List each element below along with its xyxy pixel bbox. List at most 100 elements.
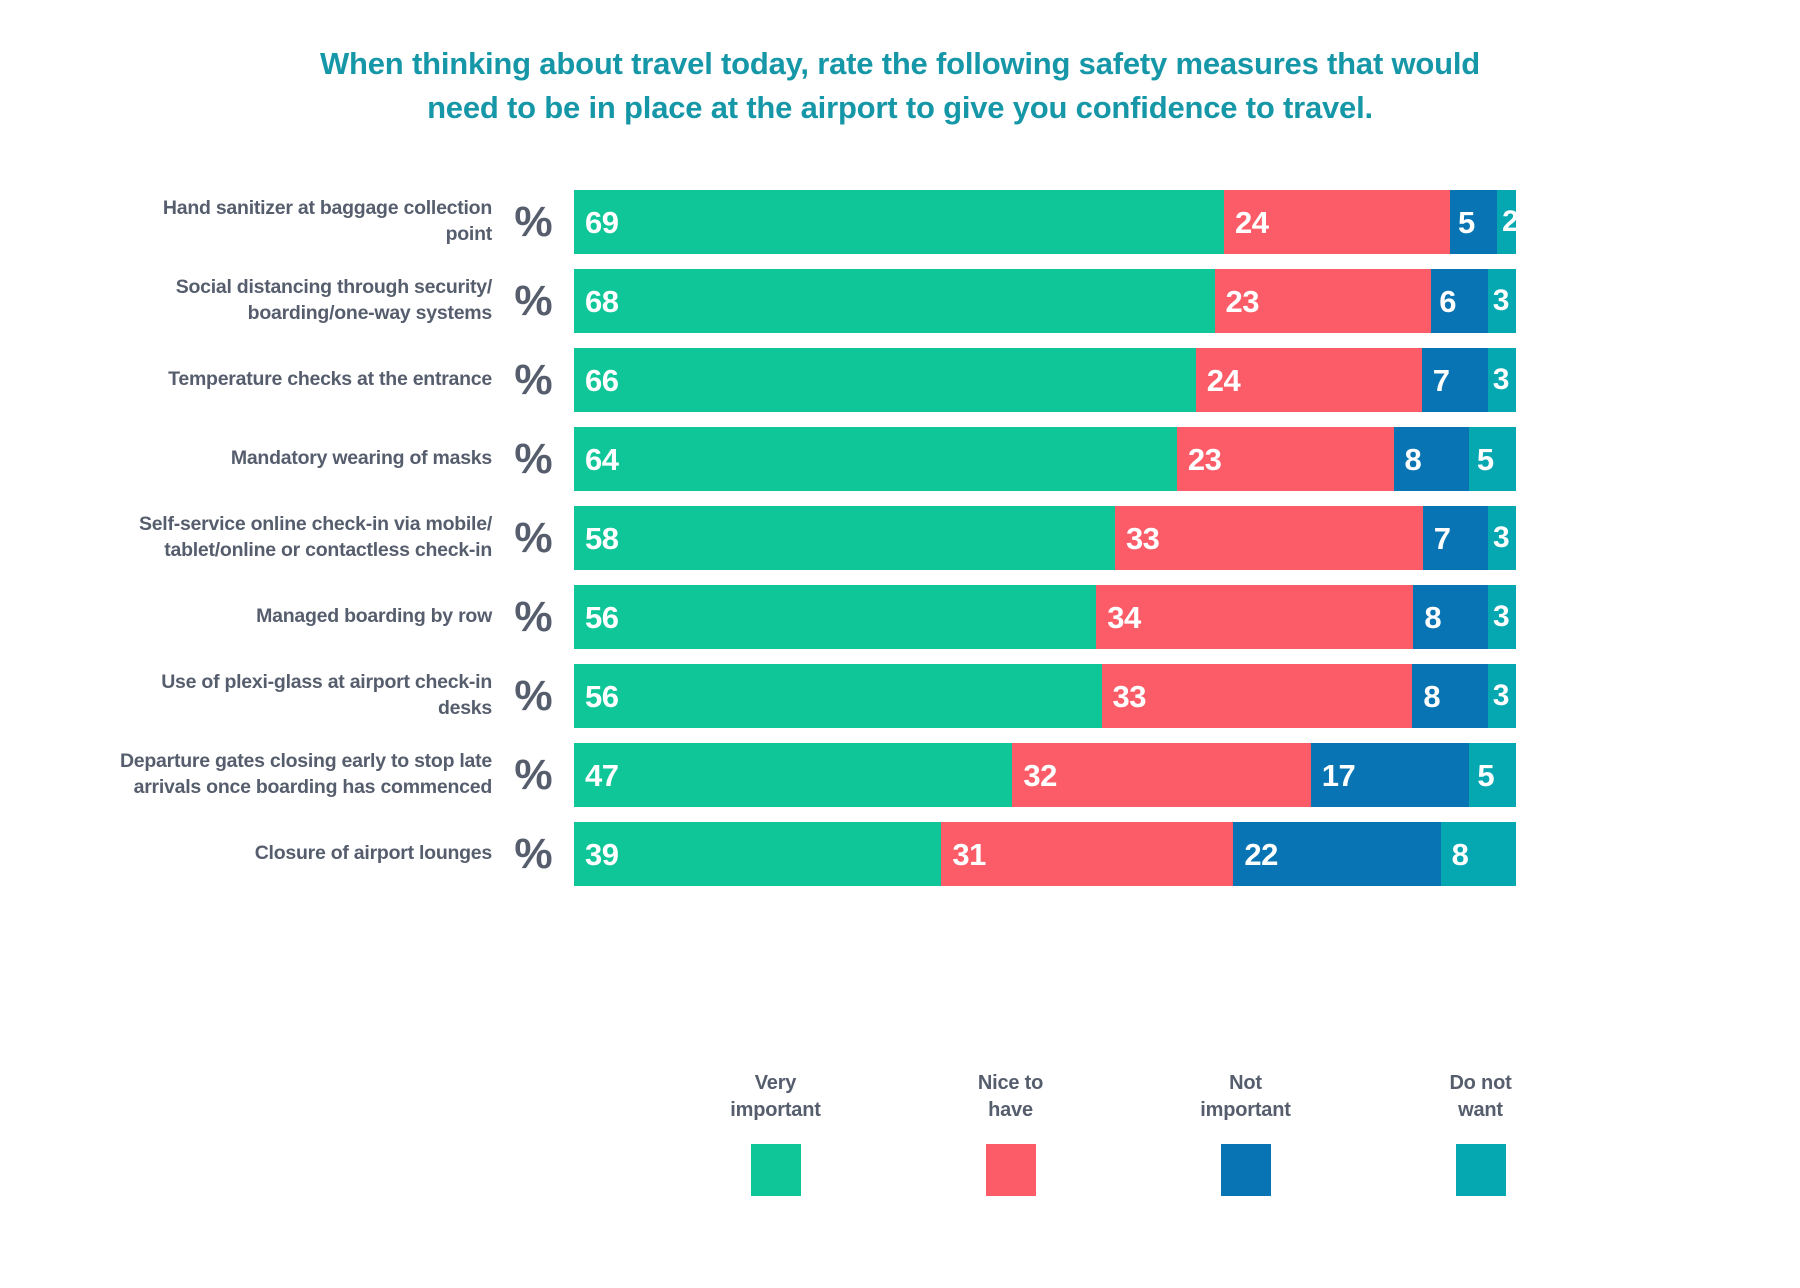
bar-segment[interactable]: 33 — [1114, 506, 1423, 570]
title-line-1: When thinking about travel today, rate t… — [319, 46, 1481, 81]
bar-segment-value: 58 — [585, 520, 619, 556]
percent-sign: % — [514, 750, 552, 799]
stacked-bar: 56 34 8 3 — [574, 585, 1516, 649]
legend-item[interactable]: Very important — [658, 1070, 893, 1197]
row-category-label: Mandatory wearing of masks — [230, 447, 492, 470]
bar-segment[interactable]: 47 — [574, 743, 1013, 807]
row-category-label: Closure of airport lounges — [254, 842, 493, 865]
bar-segment-value: 3 — [1492, 679, 1510, 712]
chart-legend: Very important Nice to have Not important D… — [658, 1070, 1598, 1197]
bar-segment[interactable]: 56 — [574, 585, 1097, 649]
bar-segment-value: 34 — [1107, 599, 1141, 635]
bar-segment-value: 8 — [1424, 599, 1442, 635]
stacked-bar: 39 31 22 8 — [574, 822, 1516, 886]
bar-segment-value: 8 — [1423, 678, 1441, 714]
bar-segment-value: 5 — [1477, 757, 1495, 793]
page-title: When thinking about travel today, rate t… — [170, 42, 1630, 130]
chart-row: Use of plexi-glass at airport check-in d… — [0, 662, 1800, 730]
bar-segment[interactable]: 17 — [1310, 743, 1470, 807]
bar-segment-value: 24 — [1234, 204, 1269, 240]
bar-segment[interactable]: 69 — [574, 190, 1224, 254]
bar-segment-value: 3 — [1492, 284, 1510, 317]
legend-item-label: Not important — [1200, 1072, 1291, 1121]
row-category-label: Use of plexi-glass at airport check-in d… — [161, 671, 492, 719]
bar-segment[interactable]: 31 — [941, 822, 1234, 886]
bar-segment[interactable]: 23 — [1176, 427, 1394, 491]
bar-segment[interactable]: 32 — [1012, 743, 1311, 807]
chart-row: Mandatory wearing of masks% 64 23 8 5 — [0, 425, 1800, 493]
percent-sign: % — [514, 197, 552, 246]
bar-segment-value: 5 — [1458, 204, 1475, 240]
bar-segment-value: 39 — [585, 836, 619, 872]
legend-item[interactable]: Do not want — [1363, 1070, 1598, 1197]
chart-row: Hand sanitizer at baggage collection poi… — [0, 188, 1800, 256]
bar-segment[interactable]: 7 — [1422, 506, 1488, 570]
bar-segment[interactable]: 23 — [1214, 269, 1432, 333]
bar-segment-value: 32 — [1023, 757, 1057, 793]
bar-segment[interactable]: 64 — [574, 427, 1177, 491]
row-category-label: Hand sanitizer at baggage collection poi… — [162, 197, 492, 245]
stacked-bar: 68 23 6 3 — [574, 269, 1516, 333]
bar-segment[interactable]: 5 — [1468, 427, 1516, 491]
stacked-bar-chart: Hand sanitizer at baggage collection poi… — [0, 188, 1800, 899]
bar-segment[interactable]: 66 — [574, 348, 1196, 412]
bar-segment[interactable]: 22 — [1233, 822, 1441, 886]
bar-segment-value: 5 — [1476, 441, 1494, 477]
bar-segment[interactable]: 24 — [1195, 348, 1422, 412]
bar-segment[interactable]: 6 — [1431, 269, 1488, 333]
chart-row: Managed boarding by row% 56 34 8 3 — [0, 583, 1800, 651]
bar-segment-value: 31 — [952, 836, 986, 872]
chart-page: When thinking about travel today, rate t… — [0, 0, 1800, 1288]
bar-segment[interactable]: 3 — [1487, 269, 1516, 333]
row-category-label: Self-service online check-in via mobile/… — [138, 513, 492, 561]
legend-item-label: Nice to have — [977, 1072, 1044, 1121]
percent-sign: % — [514, 513, 552, 562]
bar-segment[interactable]: 24 — [1223, 190, 1451, 254]
bar-segment[interactable]: 5 — [1469, 743, 1516, 807]
bar-segment-value: 3 — [1492, 363, 1510, 396]
percent-sign: % — [514, 434, 552, 483]
bar-segment-value: 66 — [585, 362, 619, 398]
bar-segment-value: 7 — [1432, 362, 1450, 398]
stacked-bar: 58 33 7 3 — [574, 506, 1516, 570]
legend-color-swatch — [985, 1144, 1036, 1197]
bar-segment[interactable]: 8 — [1412, 664, 1488, 728]
bar-segment[interactable]: 58 — [574, 506, 1115, 570]
bar-segment[interactable]: 39 — [574, 822, 942, 886]
legend-item[interactable]: Nice to have — [893, 1070, 1128, 1197]
bar-segment[interactable]: 68 — [574, 269, 1215, 333]
chart-row: Closure of airport lounges% 39 31 22 8 — [0, 820, 1800, 888]
chart-row: Departure gates closing early to stop la… — [0, 741, 1800, 809]
bar-segment[interactable]: 8 — [1393, 427, 1469, 491]
bar-segment[interactable]: 3 — [1488, 585, 1516, 649]
bar-segment[interactable]: 5 — [1450, 190, 1498, 254]
legend-item[interactable]: Not important — [1128, 1070, 1363, 1197]
percent-sign: % — [514, 671, 552, 720]
bar-segment[interactable]: 3 — [1487, 664, 1516, 728]
bar-segment[interactable]: 7 — [1421, 348, 1488, 412]
title-line-2: need to be in place at the airport to gi… — [427, 90, 1373, 126]
bar-segment[interactable]: 56 — [574, 664, 1102, 728]
bar-segment[interactable]: 2 — [1497, 190, 1516, 254]
bar-segment-value: 3 — [1493, 521, 1510, 554]
bar-segment[interactable]: 8 — [1440, 822, 1516, 886]
percent-sign: % — [514, 276, 552, 325]
stacked-bar: 47 32 17 5 — [574, 743, 1516, 807]
row-category-label: Social distancing through security/ boar… — [175, 276, 493, 324]
percent-sign: % — [514, 355, 552, 404]
stacked-bar: 66 24 7 3 — [574, 348, 1516, 412]
legend-color-swatch — [750, 1144, 801, 1197]
bar-segment-value: 56 — [585, 599, 619, 635]
bar-segment-value: 8 — [1404, 441, 1422, 477]
bar-segment[interactable]: 3 — [1487, 348, 1516, 412]
chart-row: Temperature checks at the entrance% 66 24 7… — [0, 346, 1800, 414]
bar-segment-value: 17 — [1321, 757, 1356, 793]
bar-segment[interactable]: 8 — [1413, 585, 1488, 649]
bar-segment[interactable]: 3 — [1488, 506, 1516, 570]
bar-segment-value: 6 — [1439, 283, 1456, 319]
legend-color-swatch — [1455, 1144, 1506, 1197]
bar-segment[interactable]: 34 — [1096, 585, 1414, 649]
bar-segment[interactable]: 33 — [1101, 664, 1413, 728]
chart-row: Social distancing through security/ boar… — [0, 267, 1800, 335]
bar-segment-value: 23 — [1225, 283, 1260, 319]
